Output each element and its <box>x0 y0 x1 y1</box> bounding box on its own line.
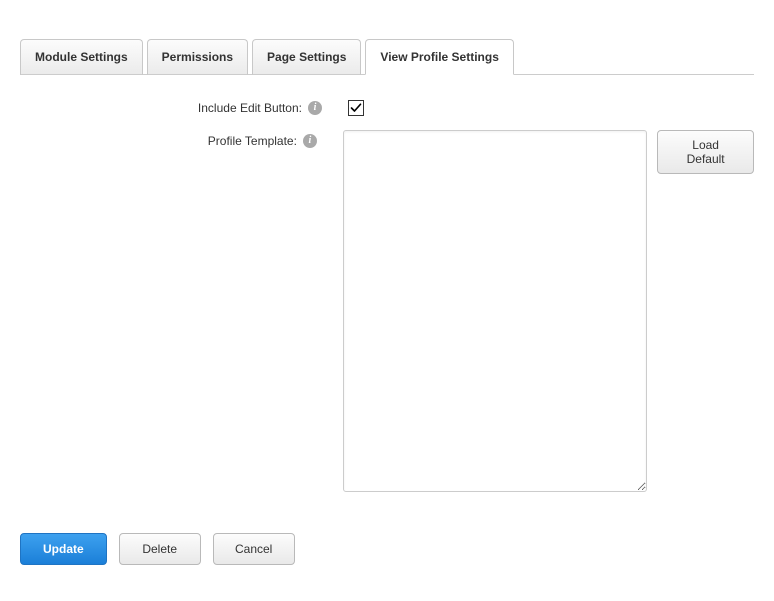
delete-button[interactable]: Delete <box>119 533 201 565</box>
row-include-edit-button: Include Edit Button: i <box>20 97 754 116</box>
tab-permissions[interactable]: Permissions <box>147 39 248 75</box>
cancel-button[interactable]: Cancel <box>213 533 295 565</box>
actions-bar: Update Delete Cancel <box>20 533 295 565</box>
label-include-edit-button: Include Edit Button: i <box>20 97 330 115</box>
load-default-button[interactable]: Load Default <box>657 130 754 174</box>
tab-page-settings[interactable]: Page Settings <box>252 39 361 75</box>
info-icon[interactable]: i <box>303 134 317 148</box>
form-area: Include Edit Button: i Profile Template:… <box>20 75 754 492</box>
label-text-include-edit-button: Include Edit Button: <box>198 101 302 115</box>
info-icon[interactable]: i <box>308 101 322 115</box>
update-button[interactable]: Update <box>20 533 107 565</box>
tabs-row: Module Settings Permissions Page Setting… <box>20 38 754 75</box>
row-profile-template: Profile Template: i Load Default <box>20 130 754 492</box>
tab-view-profile-settings[interactable]: View Profile Settings <box>365 39 513 75</box>
checkbox-include-edit-button[interactable] <box>348 100 364 116</box>
field-include-edit-button <box>348 97 364 116</box>
textarea-profile-template[interactable] <box>343 130 647 492</box>
tab-module-settings[interactable]: Module Settings <box>20 39 143 75</box>
check-icon <box>350 102 362 114</box>
label-profile-template: Profile Template: i <box>20 130 325 148</box>
label-text-profile-template: Profile Template: <box>208 134 297 148</box>
field-profile-template: Load Default <box>343 130 754 492</box>
